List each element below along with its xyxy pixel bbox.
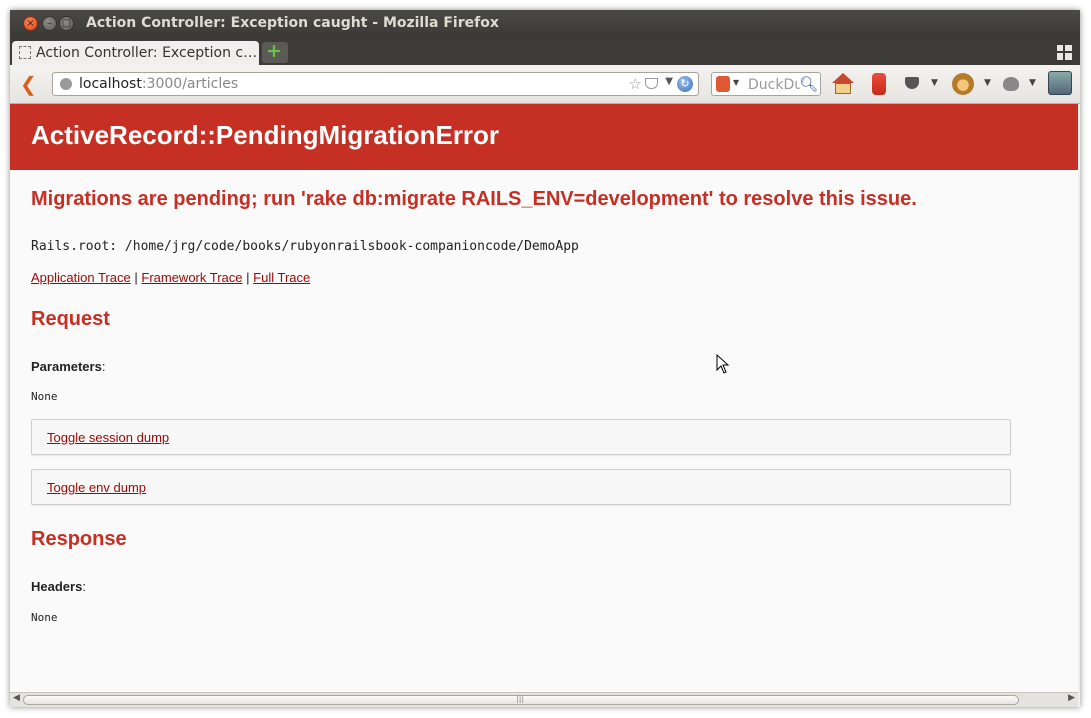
trace-links: Application Trace | Framework Trace | Fu… xyxy=(31,270,310,285)
greasemonkey-icon[interactable] xyxy=(952,73,974,95)
error-message: Migrations are pending; run 'rake db:mig… xyxy=(31,188,917,210)
tab-exception[interactable]: Action Controller: Exception c… xyxy=(12,41,259,65)
tab-groups-icon[interactable] xyxy=(1057,45,1072,60)
url-text[interactable]: localhost:3000/articles xyxy=(79,76,238,92)
duckduckgo-icon[interactable] xyxy=(716,76,730,92)
window-title: Action Controller: Exception caught - Mo… xyxy=(86,15,499,31)
jar-addon-icon[interactable] xyxy=(872,73,886,95)
back-icon[interactable]: ❮ xyxy=(20,72,37,96)
framework-trace-link[interactable]: Framework Trace xyxy=(141,270,242,285)
scrollbar-grip-icon: ||| xyxy=(516,694,525,703)
search-engine-dropdown-icon[interactable]: ▼ xyxy=(733,78,739,87)
search-input[interactable]: DuckDu xyxy=(748,77,800,93)
bug-addon-dropdown-icon[interactable]: ▼ xyxy=(1029,78,1036,88)
url-bar[interactable]: localhost:3000/articles ☆ ▼ ↻ xyxy=(52,72,699,96)
session-dump-box: Toggle session dump xyxy=(31,419,1011,455)
headers-colon: : xyxy=(82,579,86,594)
page-content: ActiveRecord::PendingMigrationError Migr… xyxy=(10,104,1078,692)
trace-separator: | xyxy=(246,270,250,285)
parameters-label: Parameters xyxy=(31,359,102,374)
new-tab-button[interactable]: + xyxy=(262,40,288,63)
window-close-button[interactable]: × xyxy=(23,16,38,31)
search-box[interactable]: ▼ DuckDu 🔍︎ xyxy=(711,72,821,96)
greasemonkey-dropdown-icon[interactable]: ▼ xyxy=(984,78,991,88)
parameters-value: None xyxy=(31,390,58,403)
plus-icon: + xyxy=(266,40,282,62)
tab-bar: Action Controller: Exception c… + xyxy=(10,38,1080,65)
scrollbar-thumb[interactable]: ||| xyxy=(23,694,1019,705)
headers-label: Headers xyxy=(31,579,83,594)
application-trace-link[interactable]: Application Trace xyxy=(31,270,131,285)
globe-icon xyxy=(60,78,72,90)
pocket-dropdown-icon[interactable]: ▼ xyxy=(931,78,938,88)
url-path: :3000/articles xyxy=(141,76,239,92)
headers-label-row: Headers: xyxy=(31,579,86,594)
blank-page-icon xyxy=(19,46,31,59)
firefox-window: × – □ Action Controller: Exception caugh… xyxy=(10,10,1080,707)
evernote-icon[interactable] xyxy=(1048,71,1072,95)
headers-value: None xyxy=(31,611,58,624)
window-minimize-button[interactable]: – xyxy=(42,16,57,31)
env-dump-box: Toggle env dump xyxy=(31,469,1011,505)
parameters-label-row: Parameters: xyxy=(31,359,105,374)
home-icon[interactable] xyxy=(832,73,854,95)
title-bar: × – □ Action Controller: Exception caugh… xyxy=(10,10,1080,38)
trace-separator: | xyxy=(134,270,138,285)
parameters-colon: : xyxy=(101,359,106,374)
full-trace-link[interactable]: Full Trace xyxy=(253,270,310,285)
bug-addon-icon[interactable] xyxy=(1003,77,1019,91)
window-maximize-button[interactable]: □ xyxy=(59,16,74,31)
error-header: ActiveRecord::PendingMigrationError xyxy=(10,104,1078,170)
toggle-env-dump-link[interactable]: Toggle env dump xyxy=(47,480,146,495)
url-dropdown-icon[interactable]: ▼ xyxy=(665,76,673,87)
search-icon[interactable]: 🔍︎ xyxy=(799,75,818,93)
reload-icon[interactable]: ↻ xyxy=(677,76,693,92)
rails-root: Rails.root: /home/jrg/code/books/rubyonr… xyxy=(31,239,579,254)
pocket-toolbar-icon[interactable] xyxy=(905,77,919,89)
pocket-icon[interactable] xyxy=(645,78,658,89)
scroll-right-icon[interactable]: ▶ xyxy=(1068,693,1075,703)
toggle-session-dump-link[interactable]: Toggle session dump xyxy=(47,430,169,445)
scroll-left-icon[interactable]: ◀ xyxy=(13,693,20,703)
request-heading: Request xyxy=(31,308,110,330)
bookmark-star-icon[interactable]: ☆ xyxy=(629,75,642,93)
horizontal-scrollbar[interactable]: ◀ ||| ▶ xyxy=(10,692,1078,707)
navigation-toolbar: ❮ localhost:3000/articles ☆ ▼ ↻ ▼ DuckDu… xyxy=(10,65,1080,104)
error-title: ActiveRecord::PendingMigrationError xyxy=(31,120,500,150)
url-host: localhost xyxy=(79,76,142,92)
response-heading: Response xyxy=(31,528,127,550)
tab-title: Action Controller: Exception c… xyxy=(36,45,258,61)
